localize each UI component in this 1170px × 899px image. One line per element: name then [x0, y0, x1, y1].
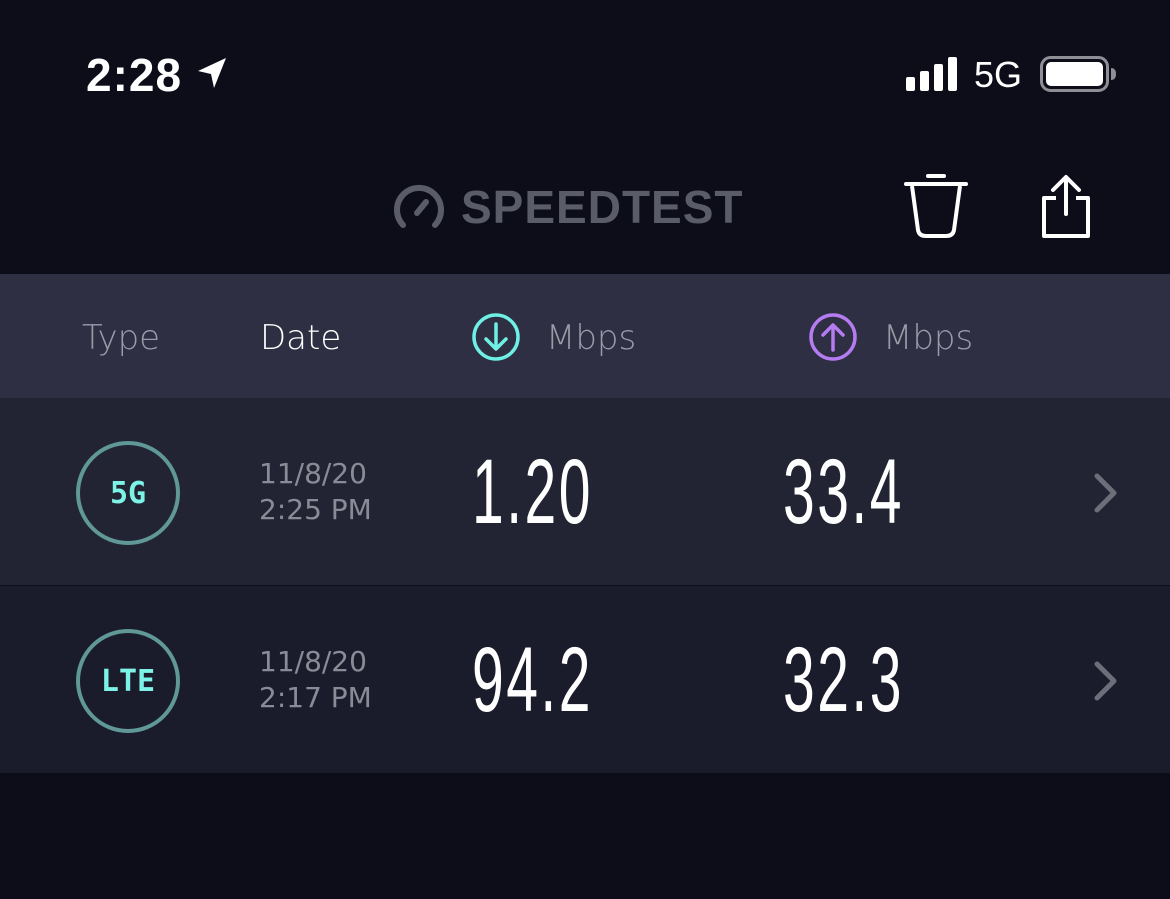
share-button[interactable]	[1040, 174, 1092, 238]
upload-speed: 33.4	[783, 441, 904, 543]
connection-type-badge: LTE	[76, 629, 180, 733]
chevron-right-icon[interactable]	[1092, 660, 1120, 702]
status-bar: 2:28 5G	[0, 0, 1170, 150]
results-column-header: Type Date Mbps Mbps	[0, 274, 1170, 398]
chevron-right-icon[interactable]	[1092, 472, 1120, 514]
battery-icon	[1040, 56, 1116, 92]
brand: SPEEDTEST	[393, 181, 744, 233]
cellular-signal-icon	[906, 57, 957, 91]
column-date[interactable]: Date	[260, 318, 341, 358]
download-speed: 94.2	[472, 629, 593, 731]
brand-name: SPEEDTEST	[461, 181, 744, 233]
share-icon	[1042, 175, 1090, 238]
connection-type-badge: 5G	[76, 441, 180, 545]
app-header: SPEEDTEST	[0, 150, 1170, 274]
result-time: 2:25 PM	[259, 493, 372, 526]
result-datetime: 11/8/20 2:25 PM	[259, 456, 372, 528]
result-row[interactable]: 5G 11/8/20 2:25 PM 1.20 33.4	[0, 398, 1170, 585]
speedometer-logo-icon	[394, 184, 444, 228]
result-time: 2:17 PM	[259, 681, 372, 714]
trash-icon	[904, 174, 968, 238]
column-download-unit[interactable]: Mbps	[546, 318, 636, 358]
result-datetime: 11/8/20 2:17 PM	[259, 644, 372, 716]
result-row[interactable]: LTE 11/8/20 2:17 PM 94.2 32.3	[0, 586, 1170, 773]
location-arrow-icon	[198, 58, 226, 88]
result-date: 11/8/20	[259, 645, 367, 678]
delete-button[interactable]	[904, 172, 968, 240]
upload-speed: 32.3	[783, 629, 904, 731]
download-speed: 1.20	[472, 441, 593, 543]
column-upload-unit[interactable]: Mbps	[883, 318, 973, 358]
network-type: 5G	[974, 54, 1023, 95]
result-date: 11/8/20	[259, 457, 367, 490]
status-time: 2:28	[86, 49, 183, 101]
column-type[interactable]: Type	[82, 318, 160, 358]
download-arrow-icon[interactable]	[471, 312, 521, 362]
upload-arrow-icon[interactable]	[808, 312, 858, 362]
